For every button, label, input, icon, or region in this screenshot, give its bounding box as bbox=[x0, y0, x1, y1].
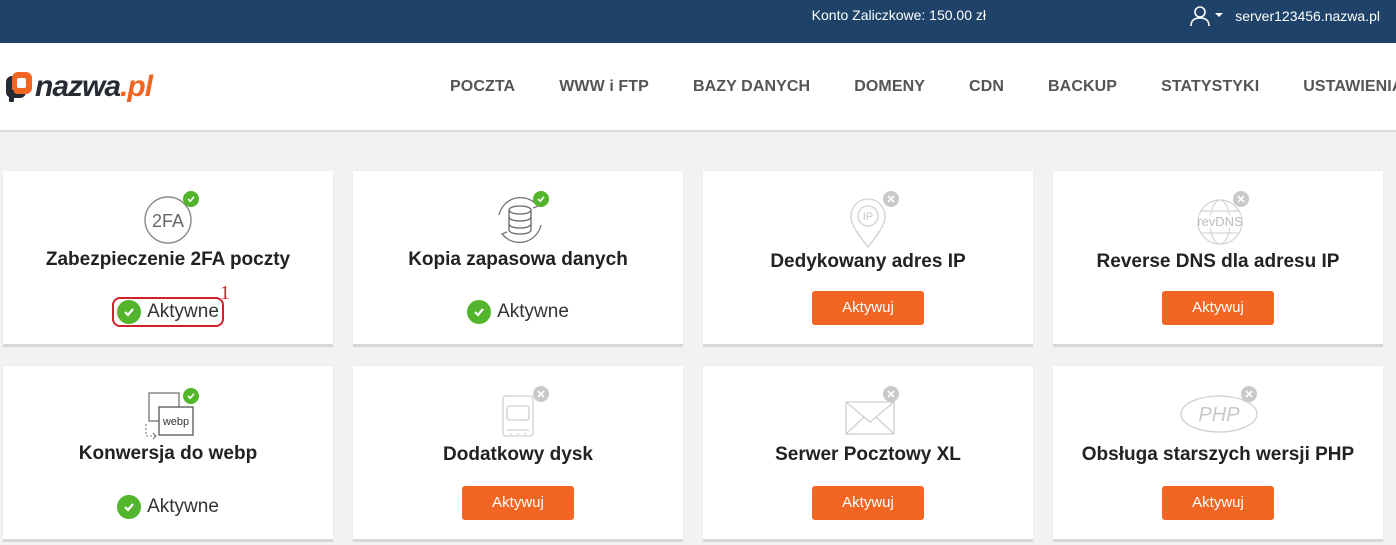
nav-item-cdn[interactable]: CDN bbox=[947, 78, 1026, 96]
status-label: Aktywne bbox=[497, 301, 569, 322]
nav-item-backup[interactable]: BACKUP bbox=[1026, 78, 1139, 96]
card-title: Serwer Pocztowy XL bbox=[775, 444, 961, 465]
nav-item-statystyki[interactable]: STATYSTYKI bbox=[1139, 78, 1281, 96]
logo-tld: .pl bbox=[120, 70, 153, 103]
status-active: Aktywne bbox=[112, 492, 224, 522]
card-title: Zabezpieczenie 2FA poczty bbox=[45, 249, 291, 270]
inactive-x-icon bbox=[1233, 191, 1249, 207]
active-check-icon bbox=[183, 191, 199, 207]
ip-icon-text: IP bbox=[863, 211, 873, 223]
card-title: Reverse DNS dla adresu IP bbox=[1096, 251, 1340, 272]
check-circle-icon bbox=[117, 300, 142, 324]
webp-icon-text: webp bbox=[162, 416, 189, 428]
inactive-x-icon bbox=[883, 386, 899, 402]
card-title: Obsługa starszych wersji PHP bbox=[1081, 444, 1355, 465]
annotation-marker: 1 bbox=[220, 282, 230, 304]
check-circle-icon bbox=[117, 495, 142, 519]
nav-item-domeny[interactable]: DOMENY bbox=[832, 78, 947, 96]
service-card-extra-disk: Dodatkowy dysk Aktywuj bbox=[353, 366, 683, 542]
user-menu[interactable]: server123456.nazwa.pl bbox=[1189, 0, 1380, 31]
chevron-down-icon bbox=[1215, 12, 1224, 17]
account-balance[interactable]: Konto Zaliczkowe: 150.00 zł bbox=[812, 0, 986, 31]
activate-button[interactable]: Aktywuj bbox=[462, 486, 574, 520]
status-label: Aktywne bbox=[147, 301, 219, 322]
service-card-legacy-php: PHP Obsługa starszych wersji PHP Aktywuj bbox=[1053, 366, 1383, 542]
card-title: Dedykowany adres IP bbox=[770, 251, 966, 272]
activate-button[interactable]: Aktywuj bbox=[1162, 291, 1274, 325]
2fa-icon-text: 2FA bbox=[152, 211, 184, 231]
active-check-icon bbox=[533, 191, 549, 207]
user-icon bbox=[1190, 5, 1211, 26]
php-icon-text: PHP bbox=[1198, 404, 1240, 426]
top-bar: Konto Zaliczkowe: 150.00 zł server123456… bbox=[0, 0, 1396, 43]
check-circle-icon bbox=[467, 300, 492, 324]
logo[interactable]: nazwa.pl bbox=[4, 69, 153, 105]
status-active: Aktywne bbox=[112, 297, 224, 327]
status-active: Aktywne bbox=[462, 297, 574, 327]
inactive-x-icon bbox=[1241, 386, 1257, 402]
nav-item-www-ftp[interactable]: WWW i FTP bbox=[537, 78, 671, 96]
service-card-2fa: 2FA Zabezpieczenie 2FA poczty Aktywne bbox=[3, 171, 333, 347]
card-title: Konwersja do webp bbox=[78, 443, 258, 464]
activate-button[interactable]: Aktywuj bbox=[812, 291, 924, 325]
activate-button[interactable]: Aktywuj bbox=[812, 486, 924, 520]
inactive-x-icon bbox=[533, 386, 549, 402]
activate-button[interactable]: Aktywuj bbox=[1162, 486, 1274, 520]
nav-item-poczta[interactable]: POCZTA bbox=[428, 78, 537, 96]
inactive-x-icon bbox=[883, 191, 899, 207]
service-card-mail-server-xl: Serwer Pocztowy XL Aktywuj bbox=[703, 366, 1033, 542]
logo-mark-icon bbox=[6, 72, 32, 102]
service-card-webp: webp Konwersja do webp Aktywne bbox=[3, 366, 333, 542]
nav-menu: POCZTA WWW i FTP BAZY DANYCH DOMENY CDN … bbox=[428, 43, 1396, 130]
logo-name: nazwa bbox=[35, 70, 121, 103]
card-title: Dodatkowy dysk bbox=[443, 444, 593, 465]
server-name: server123456.nazwa.pl bbox=[1235, 7, 1380, 24]
status-label: Aktywne bbox=[147, 496, 219, 517]
main-navbar: nazwa.pl POCZTA WWW i FTP BAZY DANYCH DO… bbox=[0, 43, 1396, 132]
service-card-backup: Kopia zapasowa danych Aktywne bbox=[353, 171, 683, 347]
service-card-reverse-dns: revDNS Reverse DNS dla adresu IP Aktywuj bbox=[1053, 171, 1383, 347]
service-card-dedicated-ip: IP Dedykowany adres IP Aktywuj bbox=[703, 171, 1033, 347]
nav-item-ustawienia[interactable]: USTAWIENIA bbox=[1281, 78, 1396, 96]
card-title: Kopia zapasowa danych bbox=[408, 249, 628, 270]
revdns-icon-text: revDNS bbox=[1197, 214, 1243, 229]
nav-item-bazy-danych[interactable]: BAZY DANYCH bbox=[671, 78, 832, 96]
logo-text: nazwa.pl bbox=[35, 70, 153, 104]
active-check-icon bbox=[183, 388, 199, 404]
